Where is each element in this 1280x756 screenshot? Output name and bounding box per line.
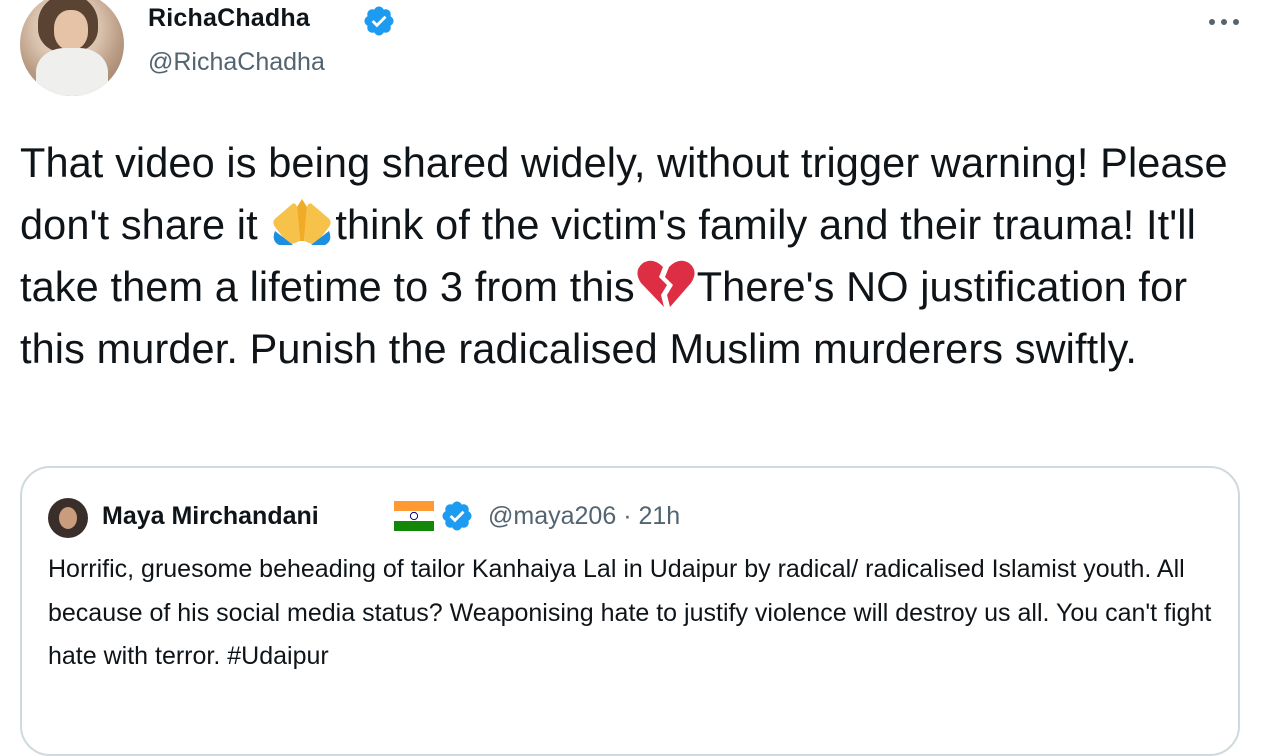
tweet-text: That video is being shared widely, witho… [20, 132, 1260, 380]
avatar-body [36, 48, 108, 96]
tweet[interactable]: RichaChadha @RichaChadha That video is b… [0, 0, 1280, 756]
quoted-verified-badge-icon [442, 501, 472, 531]
india-flag-icon [394, 501, 434, 531]
quoted-tweet-card[interactable]: Maya Mirchandani @maya206 · 21h Horrific… [20, 466, 1240, 756]
more-options-icon[interactable] [1202, 2, 1246, 42]
author-display-name[interactable]: RichaChadha [148, 4, 310, 33]
quoted-separator: · [623, 502, 632, 530]
folded-hands-icon [273, 199, 331, 245]
quoted-meta: @maya206 · 21h [488, 502, 680, 531]
more-dot [1209, 19, 1215, 25]
more-dot [1221, 19, 1227, 25]
quoted-handle[interactable]: @maya206 [488, 502, 616, 530]
quoted-avatar[interactable] [48, 498, 88, 538]
quoted-time[interactable]: 21h [638, 502, 680, 530]
verified-badge-icon [364, 6, 394, 36]
more-dot [1233, 19, 1239, 25]
quoted-tweet-text: Horrific, gruesome beheading of tailor K… [48, 555, 1212, 670]
broken-heart-icon [637, 260, 695, 307]
quoted-display-name[interactable]: Maya Mirchandani [102, 502, 319, 531]
avatar-face [54, 10, 88, 50]
avatar[interactable] [20, 0, 124, 96]
quoted-avatar-face [59, 507, 77, 529]
author-handle[interactable]: @RichaChadha [148, 48, 325, 77]
